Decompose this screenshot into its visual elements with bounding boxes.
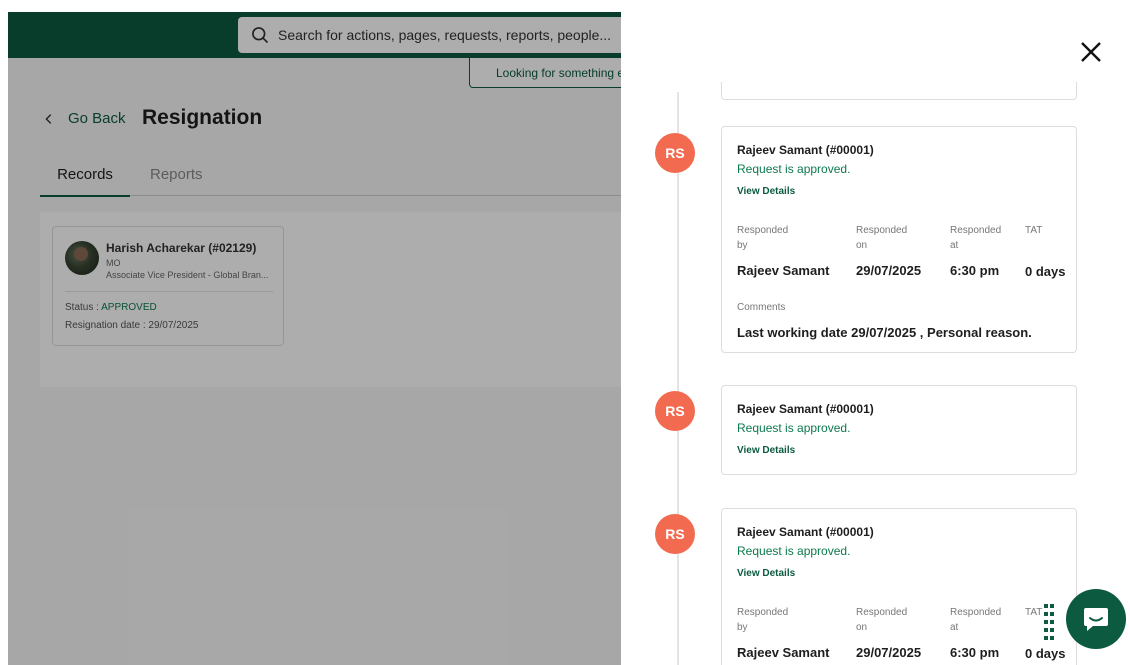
responded-by-value: Rajeev Samant [737,263,830,278]
view-details-link[interactable]: View Details [737,445,795,456]
tat-header: TAT [1025,607,1043,618]
grid-dots-icon[interactable] [1044,604,1056,640]
responded-on-value: 29/07/2025 [856,645,922,660]
chat-button[interactable] [1066,589,1126,649]
timeline-card: Rajeev Samant (#00001) Request is approv… [721,126,1077,353]
tat-value: 0 days [1025,264,1066,279]
close-icon[interactable] [1077,38,1105,66]
tat-value: 0 days [1025,646,1066,661]
responded-by-header: Responded by [737,225,789,251]
approver-name: Rajeev Samant (#00001) [737,402,874,416]
timeline-line [677,92,679,665]
responded-at-value: 6:30 pm [950,263,1000,278]
responded-at-value: 6:30 pm [950,645,1000,660]
approver-name: Rajeev Samant (#00001) [737,525,874,539]
responded-on-header: Responded on [856,607,908,633]
responded-at-header: Responded at [950,225,1002,251]
view-details-link[interactable]: View Details [737,186,795,197]
approver-initials-bubble: RS [655,391,695,431]
approval-message: Request is approved. [737,544,851,558]
responded-on-header: Responded on [856,225,908,251]
responded-at-header: Responded at [950,607,1002,633]
chat-icon [1084,608,1108,631]
previous-card-edge [721,82,1077,100]
approval-message: Request is approved. [737,162,851,176]
approval-message: Request is approved. [737,421,851,435]
responded-on-value: 29/07/2025 [856,263,922,278]
timeline-card: Rajeev Samant (#00001) Request is approv… [721,385,1077,475]
responded-by-header: Responded by [737,607,789,633]
responded-by-value: Rajeev Samant [737,645,830,660]
approver-initials-bubble: RS [655,133,695,173]
view-details-link[interactable]: View Details [737,568,795,579]
tat-header: TAT [1025,225,1043,236]
comments-value: Last working date 29/07/2025 , Personal … [737,325,1032,340]
timeline-card: Rajeev Samant (#00001) Request is approv… [721,508,1077,665]
approval-timeline-drawer: RS Rajeev Samant (#00001) Request is app… [621,12,1130,665]
approver-initials-bubble: RS [655,514,695,554]
comments-label: Comments [737,302,786,313]
approver-name: Rajeev Samant (#00001) [737,143,874,157]
